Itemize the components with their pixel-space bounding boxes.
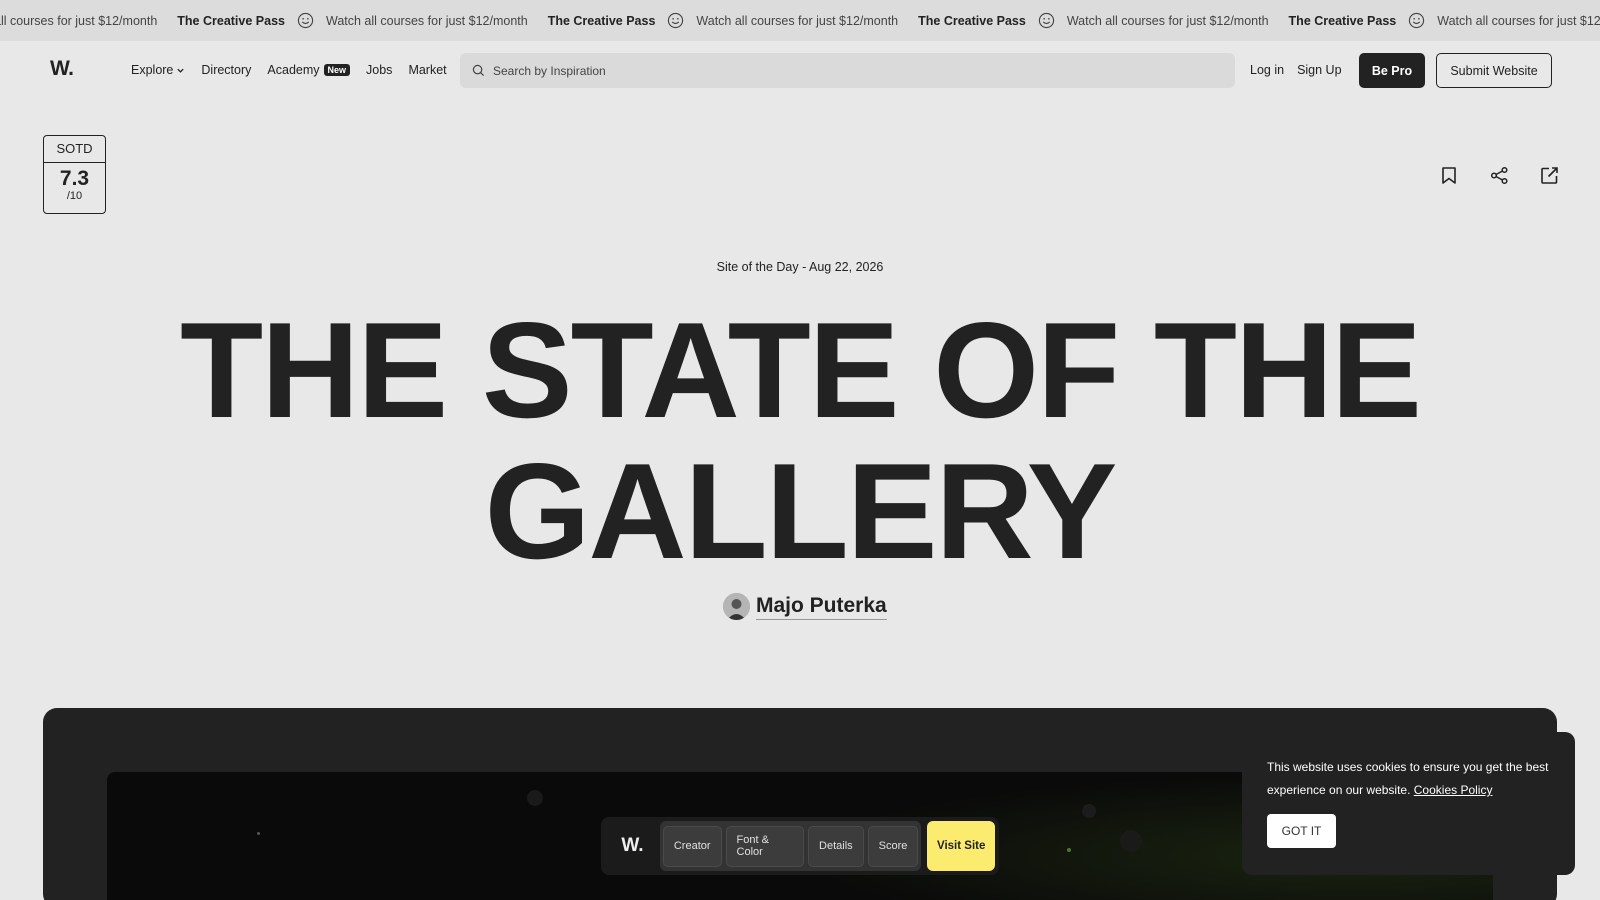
preview-particle bbox=[257, 832, 260, 835]
menu-directory[interactable]: Directory bbox=[201, 63, 251, 77]
promo-ticker[interactable]: all courses for just $12/month The Creati… bbox=[0, 0, 1600, 41]
score-max: /10 bbox=[66, 190, 83, 202]
score-button[interactable]: Score bbox=[867, 825, 919, 867]
site-logo[interactable]: W. bbox=[50, 57, 74, 81]
login-link[interactable]: Log in bbox=[1250, 63, 1284, 77]
ticker-item[interactable]: Watch all courses for just $12/month The … bbox=[1067, 12, 1437, 29]
ticker-text: Watch all courses for just $12/month bbox=[1437, 13, 1600, 28]
cookies-policy-link[interactable]: Cookies Policy bbox=[1414, 783, 1493, 797]
toolbar-tabs: Creator Font & Color Details Score bbox=[659, 821, 922, 871]
menu-market-label: Market bbox=[408, 63, 447, 77]
score-label: SOTD bbox=[44, 136, 105, 163]
signup-link[interactable]: Sign Up bbox=[1297, 63, 1341, 77]
visit-site-button[interactable]: Visit Site bbox=[927, 821, 995, 871]
ticker-item[interactable]: Watch all courses for just $12/monthThe … bbox=[1437, 14, 1600, 28]
avatar-image bbox=[723, 593, 750, 620]
preview-particle bbox=[1082, 804, 1096, 818]
ticker-track: all courses for just $12/month The Creati… bbox=[0, 0, 1600, 41]
top-nav: W. Explore Directory Academy New Jobs Ma… bbox=[0, 41, 1600, 101]
ticker-item[interactable]: Watch all courses for just $12/month The … bbox=[326, 12, 696, 29]
cookie-message: This website uses cookies to ensure you … bbox=[1267, 756, 1550, 802]
menu-jobs-label: Jobs bbox=[366, 63, 393, 77]
ticker-text: Watch all courses for just $12/month bbox=[696, 13, 899, 28]
ticker-text: Watch all courses for just $12/month bbox=[1066, 13, 1269, 28]
bookmark-button[interactable] bbox=[1438, 164, 1460, 186]
smiley-icon bbox=[297, 12, 314, 29]
toolbar-logo[interactable]: W. bbox=[605, 835, 660, 857]
ticker-brand: The Creative Pass bbox=[918, 13, 1026, 28]
got-it-button[interactable]: GOT IT bbox=[1267, 814, 1336, 848]
auth-links: Log in Sign Up bbox=[1250, 63, 1355, 77]
chevron-down-icon bbox=[177, 68, 185, 73]
smiley-icon bbox=[1409, 12, 1425, 29]
site-title-line-1: THE STATE OF THE bbox=[180, 294, 1422, 446]
ticker-brand: The Creative Pass bbox=[547, 13, 656, 28]
ticker-text: all courses for just $12/month bbox=[0, 13, 158, 28]
menu-academy-label: Academy bbox=[267, 63, 320, 77]
avatar bbox=[723, 593, 750, 620]
cookie-text: This website uses cookies to ensure you … bbox=[1267, 760, 1549, 797]
submit-website-button[interactable]: Submit Website bbox=[1436, 53, 1552, 88]
share-button[interactable] bbox=[1488, 164, 1510, 186]
bookmark-icon bbox=[1442, 166, 1456, 184]
external-link-icon bbox=[1540, 166, 1558, 184]
share-icon bbox=[1490, 166, 1508, 184]
ticker-brand: The Creative Pass bbox=[177, 13, 285, 28]
menu-academy[interactable]: Academy New bbox=[267, 63, 351, 77]
smiley-icon bbox=[668, 12, 684, 29]
menu-market[interactable]: Market bbox=[408, 63, 446, 77]
site-title: THE STATE OF THE GALLERY bbox=[0, 300, 1600, 582]
site-title-line-2: GALLERY bbox=[484, 435, 1118, 587]
preview-particle bbox=[1067, 848, 1071, 852]
search-input[interactable] bbox=[493, 63, 1193, 78]
menu-directory-label: Directory bbox=[201, 63, 252, 77]
ticker-text: Watch all courses for just $12/month bbox=[325, 13, 528, 28]
score-value: 7.3 bbox=[59, 167, 90, 190]
menu-jobs[interactable]: Jobs bbox=[366, 63, 392, 77]
new-badge: New bbox=[323, 64, 351, 76]
ticker-item[interactable]: all courses for just $12/month The Creati… bbox=[0, 12, 326, 29]
menu-explore[interactable]: Explore bbox=[131, 63, 185, 77]
ticker-item[interactable]: Watch all courses for just $12/month The … bbox=[696, 12, 1066, 29]
author-link[interactable]: Majo Puterka bbox=[723, 593, 887, 620]
creator-button[interactable]: Creator bbox=[662, 825, 722, 867]
preview-particle bbox=[527, 790, 543, 806]
main-menu: Explore Directory Academy New Jobs Marke… bbox=[131, 63, 463, 77]
menu-explore-label: Explore bbox=[131, 63, 174, 77]
details-button[interactable]: Details bbox=[808, 825, 864, 867]
search-bar[interactable] bbox=[460, 53, 1235, 88]
sotd-score-box: SOTD 7.3 /10 bbox=[43, 135, 106, 214]
ticker-brand: The Creative Pass bbox=[1288, 13, 1397, 28]
cookie-banner: This website uses cookies to ensure you … bbox=[1242, 732, 1575, 875]
smiley-icon bbox=[1038, 12, 1054, 29]
author-name: Majo Puterka bbox=[756, 594, 887, 620]
font-color-button[interactable]: Font & Color bbox=[725, 825, 805, 867]
action-icons bbox=[1438, 164, 1588, 186]
site-toolbar: W. Creator Font & Color Details Score Vi… bbox=[601, 817, 999, 875]
external-link-button[interactable] bbox=[1538, 164, 1560, 186]
sotd-date: Site of the Day - Aug 22, 2026 bbox=[716, 260, 884, 274]
search-icon bbox=[472, 64, 485, 77]
be-pro-button[interactable]: Be Pro bbox=[1359, 53, 1425, 88]
preview-particle bbox=[1120, 830, 1142, 852]
